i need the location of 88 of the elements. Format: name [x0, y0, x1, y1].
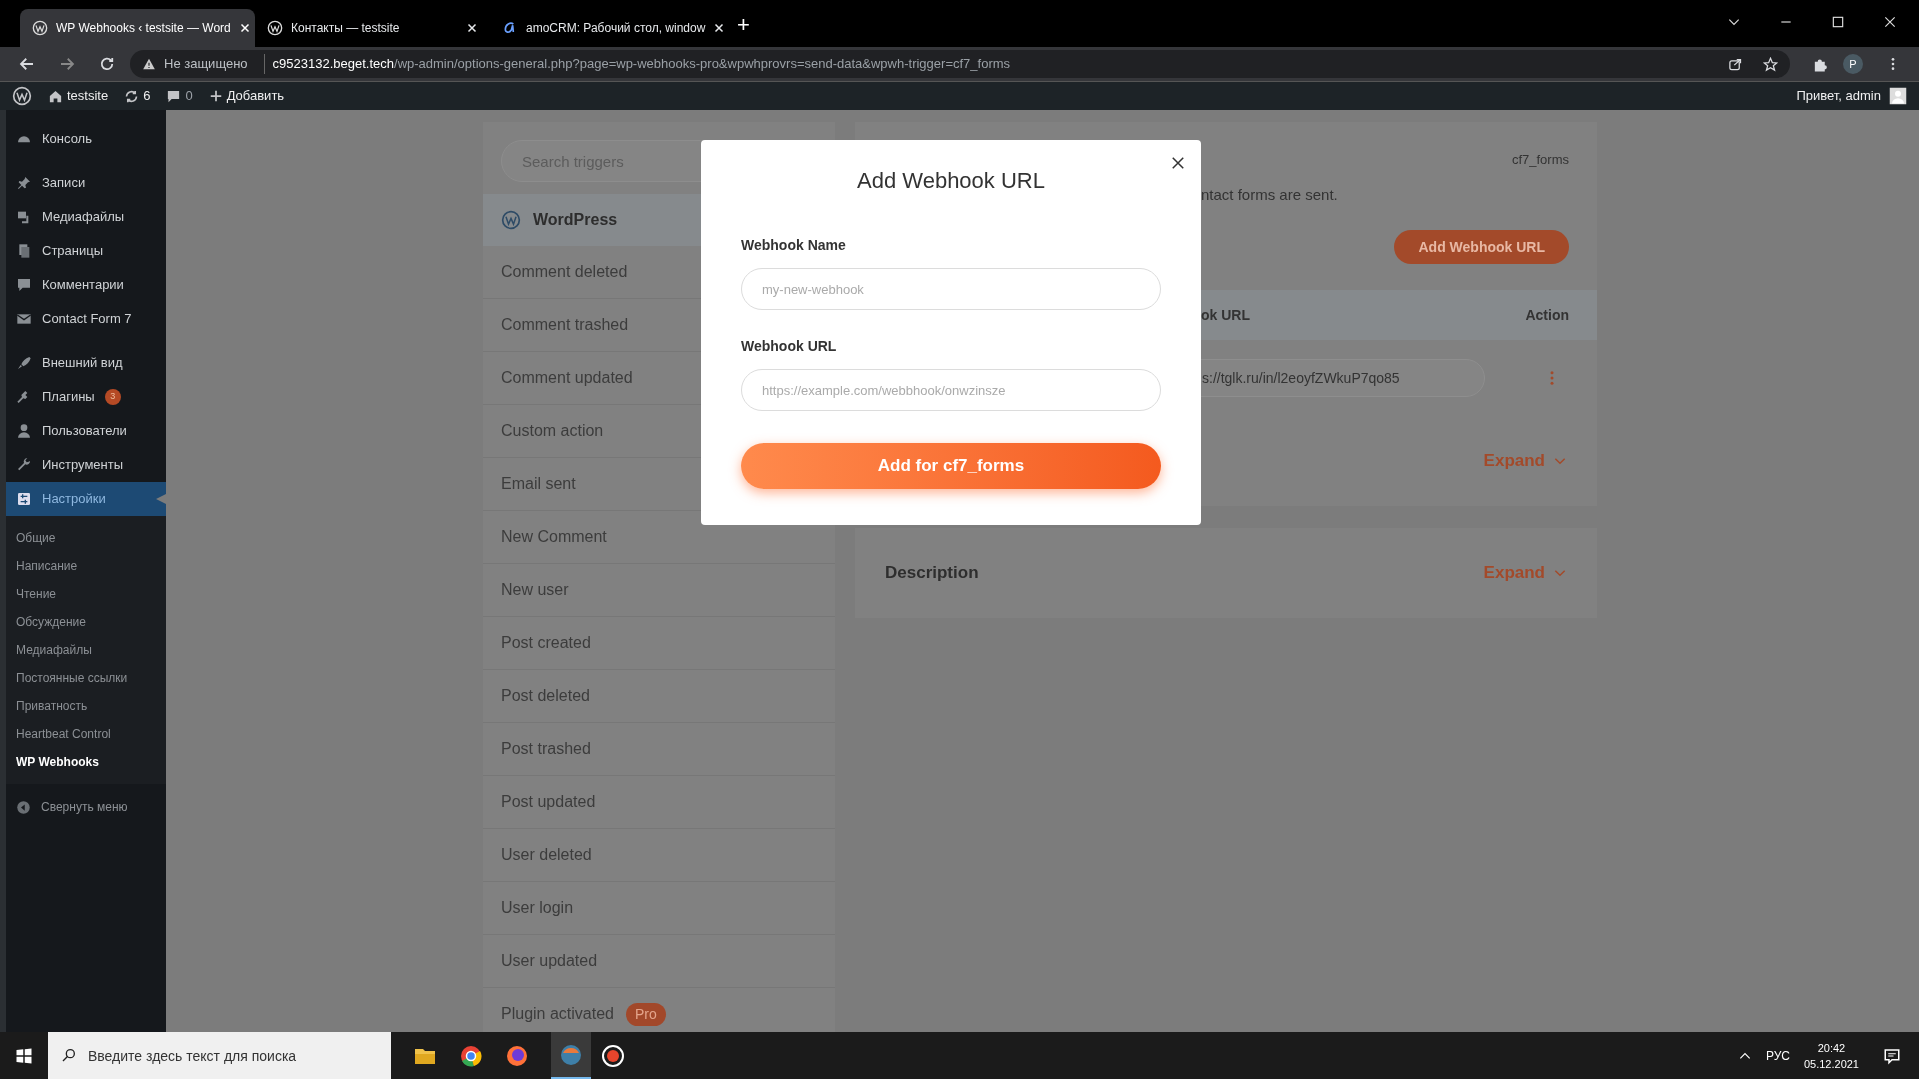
- forward-arrow-icon[interactable]: [58, 55, 76, 73]
- wordpress-logo-icon: [501, 210, 521, 230]
- back-arrow-icon[interactable]: [18, 55, 36, 73]
- close-icon[interactable]: [466, 22, 478, 34]
- submenu-item[interactable]: WP Webhooks: [6, 748, 166, 776]
- profile-avatar[interactable]: P: [1843, 54, 1863, 74]
- trigger-list-item[interactable]: Post created: [483, 617, 835, 670]
- modal-title: Add Webhook URL: [857, 167, 1045, 195]
- browser-tab[interactable]: Контакты — testsite: [255, 9, 490, 47]
- column-header: Action: [1525, 305, 1569, 325]
- user-avatar-icon: [1889, 87, 1907, 105]
- sidebar-menu-item[interactable]: Медиафайлы: [6, 200, 166, 234]
- sidebar-menu-item[interactable]: Записи: [6, 166, 166, 200]
- column-header: ok URL: [1201, 305, 1250, 325]
- browser-tab[interactable]: amoCRM: Рабочий стол, window: [490, 9, 725, 47]
- browser-logo-icon[interactable]: [459, 1043, 483, 1068]
- plus-icon: [208, 89, 223, 103]
- trigger-list-item[interactable]: Post deleted: [483, 670, 835, 723]
- sidebar-menu-item[interactable]: Внешний вид: [6, 346, 166, 380]
- active-app-button[interactable]: [551, 1032, 591, 1079]
- close-icon[interactable]: [1169, 154, 1187, 172]
- trigger-list-item[interactable]: New user: [483, 564, 835, 617]
- record-icon[interactable]: [601, 1043, 625, 1068]
- submenu-item[interactable]: Медиафайлы: [6, 636, 166, 664]
- sidebar-menu-item[interactable]: Плагины 3: [6, 380, 166, 414]
- close-icon[interactable]: [238, 22, 251, 34]
- language-indicator[interactable]: РУС: [1765, 1046, 1790, 1065]
- section-title: Description: [885, 562, 979, 585]
- pointer-triangle-icon: [156, 491, 166, 507]
- pro-badge: Pro: [625, 1002, 666, 1026]
- submenu-item[interactable]: Написание: [6, 552, 166, 580]
- share-icon[interactable]: [1728, 56, 1743, 72]
- wordpress-logo-icon: [267, 20, 283, 36]
- speech-bubble-icon: [166, 88, 182, 104]
- sidebar-menu-item[interactable]: Настройки: [6, 482, 166, 516]
- update-count-badge: 3: [104, 389, 121, 405]
- url-text: c9523132.beget.tech/wp-admin/options-general.php?page=wp-webhooks-pro&wpwhprovrs=send-data&wpwh-trigger=cf7_forms: [263, 54, 1011, 74]
- close-icon[interactable]: [713, 22, 726, 34]
- sidebar-menu-item[interactable]: Инструменты: [6, 448, 166, 482]
- clock-date[interactable]: 05.12.2021: [1803, 1055, 1859, 1072]
- add-new-link[interactable]: Добавить: [208, 86, 285, 106]
- home-icon: [48, 88, 63, 104]
- sidebar-menu-item[interactable]: Комментарии: [6, 268, 166, 302]
- add-webhook-url-button[interactable]: Add Webhook URL: [1394, 230, 1569, 264]
- trigger-id-label: cf7_forms: [1511, 151, 1569, 169]
- refresh-icon: [124, 88, 140, 104]
- sidebar-menu-item[interactable]: Страницы: [6, 234, 166, 268]
- site-link[interactable]: testsite: [48, 86, 109, 106]
- submenu-item[interactable]: Постоянные ссылки: [6, 664, 166, 692]
- submit-button[interactable]: Add for cf7_forms: [741, 443, 1161, 489]
- search-icon: [61, 1047, 77, 1063]
- star-icon[interactable]: [1763, 56, 1778, 72]
- trigger-list-item[interactable]: User login: [483, 882, 835, 935]
- browser-tab[interactable]: WP Webhooks ‹ testsite — Word: [20, 9, 255, 47]
- updates-link[interactable]: 6: [124, 86, 151, 106]
- submenu-item[interactable]: Чтение: [6, 580, 166, 608]
- app-logo-icon: [559, 1042, 583, 1067]
- taskbar-search-field[interactable]: Введите здесь текст для поиска: [48, 1032, 391, 1079]
- comments-link[interactable]: 0: [166, 86, 193, 106]
- submenu-item[interactable]: Приватность: [6, 692, 166, 720]
- address-bar[interactable]: Не защищено c9523132.beget.tech/wp-admin/options-general.php?page=wp-webhooks-pro&wpwhprovrs=send-data&wpwh-trigger=cf7_forms: [130, 50, 1790, 78]
- input-field[interactable]: my-new-webhook: [741, 268, 1161, 310]
- clock-time[interactable]: 20:42: [1817, 1039, 1846, 1056]
- fox-browser-logo-icon[interactable]: [505, 1043, 529, 1068]
- collapse-menu-button[interactable]: Свернуть меню: [6, 790, 166, 824]
- close-icon[interactable]: [1883, 15, 1897, 29]
- new-tab-button[interactable]: +: [737, 8, 750, 41]
- wordpress-logo-icon: [32, 20, 48, 36]
- wordpress-logo-icon[interactable]: [12, 86, 32, 106]
- reload-icon[interactable]: [98, 55, 116, 73]
- trigger-list-item[interactable]: User deleted: [483, 829, 835, 882]
- input-field[interactable]: https://example.com/webbhook/onwzinsze: [741, 369, 1161, 411]
- sidebar-menu-item[interactable]: Contact Form 7: [6, 302, 166, 336]
- submenu-item[interactable]: Обсуждение: [6, 608, 166, 636]
- account-link[interactable]: Привет, admin: [1796, 86, 1907, 106]
- sidebar-menu-item[interactable]: Консоль: [6, 122, 166, 156]
- submenu-item[interactable]: Heartbeat Control: [6, 720, 166, 748]
- trigger-list-item[interactable]: User updated: [483, 935, 835, 988]
- warning-icon: [142, 57, 156, 71]
- sidebar-menu-item[interactable]: Пользователи: [6, 414, 166, 448]
- trigger-list-item[interactable]: Post trashed: [483, 723, 835, 776]
- trigger-list-item[interactable]: Post updated: [483, 776, 835, 829]
- windows-logo-icon[interactable]: [15, 1046, 33, 1065]
- notification-icon[interactable]: [1883, 1046, 1901, 1065]
- description-text: ntact forms are sent.: [1201, 184, 1338, 205]
- security-label: Не защищено: [164, 55, 248, 74]
- submenu-item[interactable]: Общие: [6, 524, 166, 552]
- maximize-icon[interactable]: [1831, 15, 1845, 29]
